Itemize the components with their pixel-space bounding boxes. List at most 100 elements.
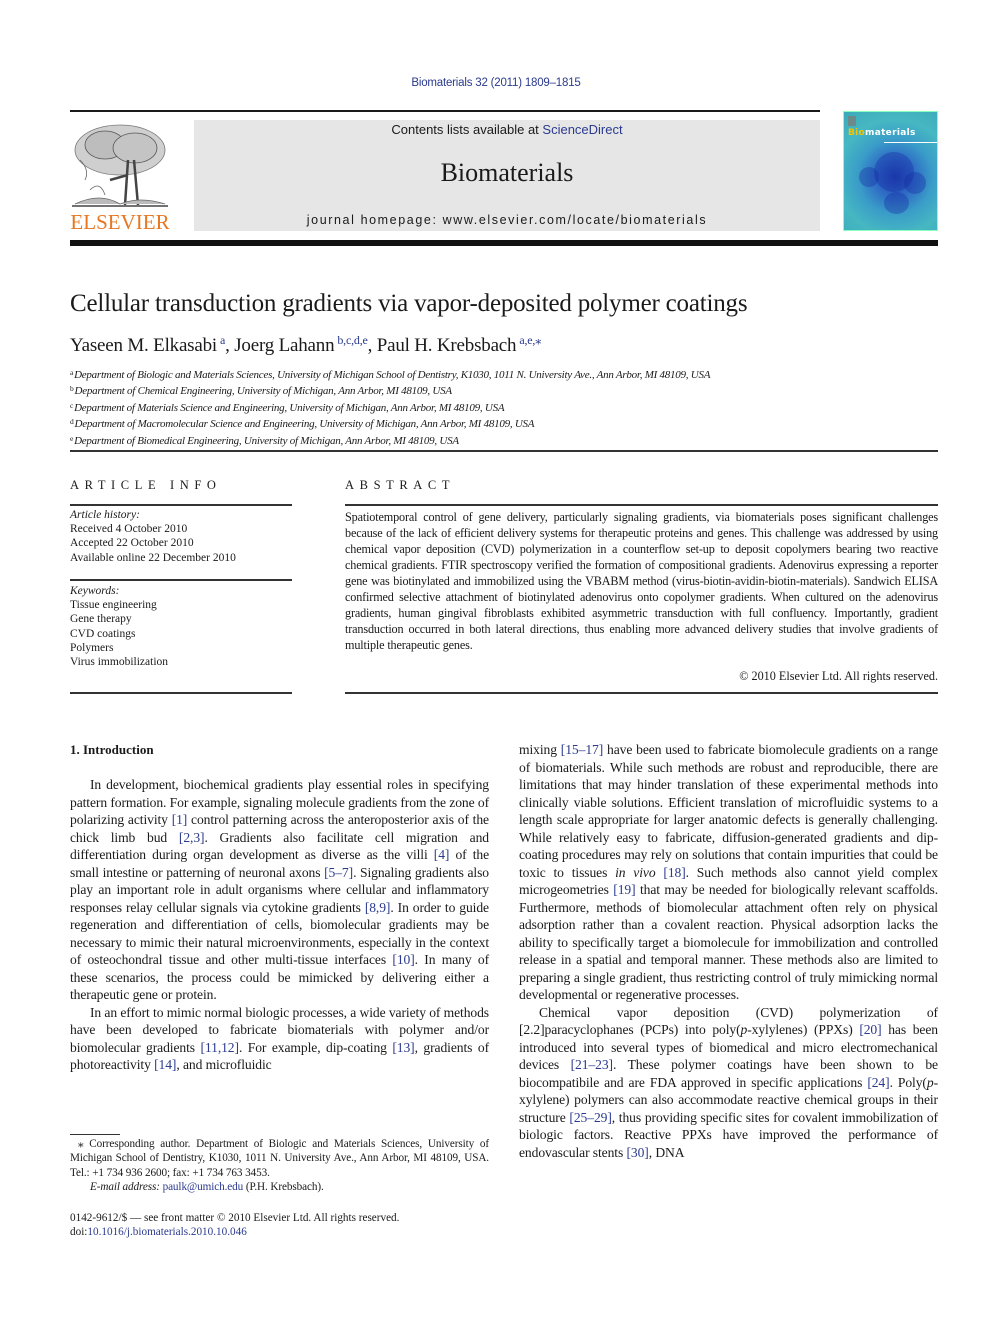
affiliation-text: Department of Macromolecular Science and…: [74, 418, 535, 431]
email-line: E-mail address: paulk@umich.edu (P.H. Kr…: [70, 1180, 489, 1194]
author-list: Yaseen M. Elkasabi a, Joerg Lahann b,c,d,e…: [70, 333, 541, 357]
citation-reference-link[interactable]: [30]: [626, 1145, 648, 1160]
abstract-text: Spatiotemporal control of gene delivery,…: [345, 510, 938, 652]
doi-line: doi:10.1016/j.biomaterials.2010.10.046: [70, 1225, 570, 1239]
section-heading-introduction: 1. Introduction: [70, 742, 154, 757]
citation-reference-link[interactable]: [5–7]: [324, 865, 353, 880]
front-matter: 0142-9612/$ — see front matter © 2010 El…: [70, 1211, 570, 1240]
article-info-heading: ARTICLE INFO: [70, 478, 222, 492]
journal-citation[interactable]: Biomaterials 32 (2011) 1809–1815: [0, 77, 992, 89]
abstract-bottom-rule: [345, 692, 938, 694]
publisher-wordmark: ELSEVIER: [70, 210, 170, 234]
citation-reference-link[interactable]: [10]: [392, 952, 414, 967]
body-text: , DNA: [648, 1144, 685, 1160]
citation-reference-link[interactable]: [14]: [154, 1057, 176, 1072]
cover-title-highlight: Bio: [848, 128, 866, 138]
footnote-rule: [70, 1134, 120, 1135]
abstract-rule: [345, 504, 938, 506]
citation-reference-link[interactable]: [13]: [392, 1040, 414, 1055]
affiliation-item: bDepartment of Chemical Engineering, Uni…: [70, 382, 930, 398]
affiliation-text: Department of Chemical Engineering, Univ…: [74, 385, 453, 398]
email-label: E-mail address:: [90, 1181, 160, 1194]
author-affiliation-marker[interactable]: b,c,d,e: [337, 333, 367, 347]
affiliation-text: Department of Biologic and Materials Sci…: [74, 369, 711, 381]
keyword-item: Virus immobilization: [70, 656, 169, 669]
affiliation-text: Department of Materials Science and Engi…: [74, 401, 505, 414]
history-item: Accepted 22 October 2010: [70, 537, 194, 550]
citation-reference-link[interactable]: [4]: [434, 847, 450, 862]
keyword-item: CVD coatings: [70, 627, 136, 640]
author-name[interactable]: Paul H. Krebsbach: [377, 335, 517, 356]
body-paragraph: Chemical vapor deposition (CVD) polymeri…: [519, 1004, 938, 1162]
journal-cover-thumbnail[interactable]: Biomaterials: [843, 111, 938, 231]
italic-text: p: [926, 1074, 934, 1090]
affiliation-key: c: [70, 400, 74, 410]
article-title: Cellular transduction gradients via vapo…: [70, 290, 748, 317]
author-separator: ,: [225, 335, 235, 356]
author-affiliation-marker[interactable]: a,e,⁎: [519, 333, 541, 347]
affiliation-item: cDepartment of Materials Science and Eng…: [70, 399, 930, 415]
citation-reference-link[interactable]: [20]: [859, 1022, 881, 1037]
citation-reference-link[interactable]: [11,12]: [201, 1040, 240, 1055]
article-history: Article history: Received 4 October 2010…: [70, 508, 292, 565]
section-divider: [70, 450, 938, 452]
doi-label: doi:: [70, 1226, 88, 1239]
citation-link[interactable]: Biomaterials 32 (2011) 1809–1815: [411, 77, 580, 89]
body-text: that may be needed for biologically rele…: [519, 882, 939, 1002]
header-top-rule: [70, 110, 820, 112]
body-paragraph: In development, biochemical gradients pl…: [70, 776, 489, 1004]
body-column-left: In development, biochemical gradients pl…: [70, 776, 489, 1074]
contents-prefix: Contents lists available at: [391, 122, 543, 137]
keywords-label: Keywords:: [70, 585, 120, 597]
email-suffix: (P.H. Krebsbach).: [243, 1181, 324, 1194]
affiliation-item: eDepartment of Biomedical Engineering, U…: [70, 432, 930, 448]
author-name[interactable]: Joerg Lahann: [234, 335, 334, 356]
body-text: -xylylenes) (PPXs): [747, 1022, 860, 1037]
citation-reference-link[interactable]: [18]: [663, 865, 685, 880]
keywords-rule: [70, 579, 292, 581]
abstract-heading: ABSTRACT: [345, 478, 456, 492]
journal-banner: Contents lists available at ScienceDirec…: [194, 120, 820, 231]
author-name[interactable]: Yaseen M. Elkasabi: [70, 335, 217, 356]
citation-reference-link[interactable]: [24]: [867, 1075, 889, 1090]
citation-reference-link[interactable]: [25–29]: [569, 1110, 611, 1125]
doi-link[interactable]: 10.1016/j.biomaterials.2010.10.046: [87, 1226, 246, 1238]
tree-icon: [72, 124, 168, 207]
affiliation-key: a: [70, 368, 74, 377]
body-text: . Poly(: [889, 1074, 927, 1090]
keyword-item: Tissue engineering: [70, 599, 157, 612]
cover-pattern: [904, 172, 926, 194]
citation-reference-link[interactable]: [21–23]: [571, 1057, 613, 1072]
citation-reference-link[interactable]: [19]: [613, 882, 635, 897]
cover-title-rest: materials: [865, 128, 916, 138]
affiliation-list: aDepartment of Biologic and Materials Sc…: [70, 366, 930, 448]
citation-reference-link[interactable]: [2,3]: [179, 830, 205, 845]
keywords: Keywords: Tissue engineering Gene therap…: [70, 584, 292, 669]
affiliation-text: Department of Biomedical Engineering, Un…: [74, 434, 459, 447]
journal-homepage[interactable]: journal homepage: www.elsevier.com/locat…: [194, 213, 820, 227]
sciencedirect-link[interactable]: ScienceDirect: [542, 122, 622, 137]
cover-pattern: [859, 167, 879, 187]
body-paragraph: In an effort to mimic normal biologic pr…: [70, 1004, 489, 1074]
author-separator: ,: [367, 335, 377, 356]
issn-line: 0142-9612/$ — see front matter © 2010 El…: [70, 1212, 400, 1224]
affiliation-key: e: [70, 433, 74, 443]
body-text: mixing: [519, 742, 561, 757]
email-link[interactable]: paulk@umich.edu: [163, 1181, 244, 1193]
corresponding-author-text: ⁎ Corresponding author. Department of Bi…: [70, 1138, 489, 1179]
cover-rule: [884, 142, 937, 143]
journal-title[interactable]: Biomaterials: [194, 158, 820, 188]
contents-line: Contents lists available at ScienceDirec…: [194, 122, 820, 137]
header-thick-rule: [70, 240, 938, 246]
article-info-bottom-rule: [70, 692, 292, 694]
affiliation-item: aDepartment of Biologic and Materials Sc…: [70, 366, 930, 382]
body-text: have been used to fabricate biomolecule …: [519, 742, 938, 880]
abstract-copyright: © 2010 Elsevier Ltd. All rights reserved…: [739, 669, 938, 683]
citation-reference-link[interactable]: [15–17]: [561, 742, 603, 757]
keyword-item: Polymers: [70, 641, 114, 654]
citation-reference-link[interactable]: [8,9]: [365, 900, 391, 915]
cover-publisher-icon: [848, 116, 856, 126]
keyword-item: Gene therapy: [70, 613, 132, 626]
corresponding-author-footnote: ⁎ Corresponding author. Department of Bi…: [70, 1137, 489, 1195]
citation-reference-link[interactable]: [1]: [172, 812, 188, 827]
